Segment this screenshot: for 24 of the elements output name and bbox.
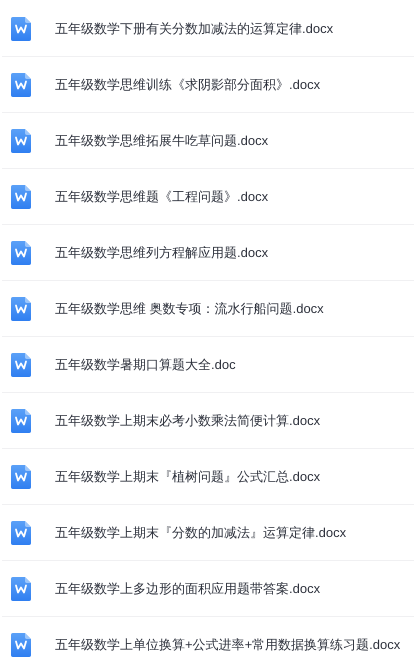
word-document-icon bbox=[11, 576, 31, 600]
file-name[interactable]: 五年级数学思维题《工程问题》.docx bbox=[55, 188, 268, 206]
word-document-icon bbox=[11, 240, 31, 264]
file-name[interactable]: 五年级数学上期末『分数的加减法』运算定律.docx bbox=[55, 524, 346, 542]
file-name[interactable]: 五年级数学暑期口算题大全.doc bbox=[55, 356, 236, 374]
word-document-icon bbox=[11, 184, 31, 208]
word-document-icon bbox=[11, 72, 31, 96]
word-document-icon bbox=[11, 408, 31, 432]
file-name[interactable]: 五年级数学下册有关分数加减法的运算定律.docx bbox=[55, 20, 334, 38]
word-document-icon bbox=[11, 352, 31, 376]
file-name[interactable]: 五年级数学上期末『植树问题』公式汇总.docx bbox=[55, 468, 320, 486]
file-name[interactable]: 五年级数学上单位换算+公式进率+常用数据换算练习题.docx bbox=[55, 636, 400, 654]
word-document-icon bbox=[11, 128, 31, 152]
file-name[interactable]: 五年级数学思维训练《求阴影部分面积》.docx bbox=[55, 76, 320, 94]
word-document-icon bbox=[11, 16, 31, 40]
file-name[interactable]: 五年级数学思维 奥数专项：流水行船问题.docx bbox=[55, 300, 324, 318]
file-name[interactable]: 五年级数学上多边形的面积应用题带答案.docx bbox=[55, 580, 320, 598]
word-document-icon bbox=[11, 464, 31, 488]
file-name[interactable]: 五年级数学思维拓展牛吃草问题.docx bbox=[55, 132, 268, 150]
word-document-icon bbox=[11, 632, 31, 656]
file-name[interactable]: 五年级数学上期末必考小数乘法简便计算.docx bbox=[55, 412, 320, 430]
word-document-icon bbox=[11, 296, 31, 320]
word-document-icon bbox=[11, 520, 31, 544]
file-name[interactable]: 五年级数学思维列方程解应用题.docx bbox=[55, 244, 268, 262]
